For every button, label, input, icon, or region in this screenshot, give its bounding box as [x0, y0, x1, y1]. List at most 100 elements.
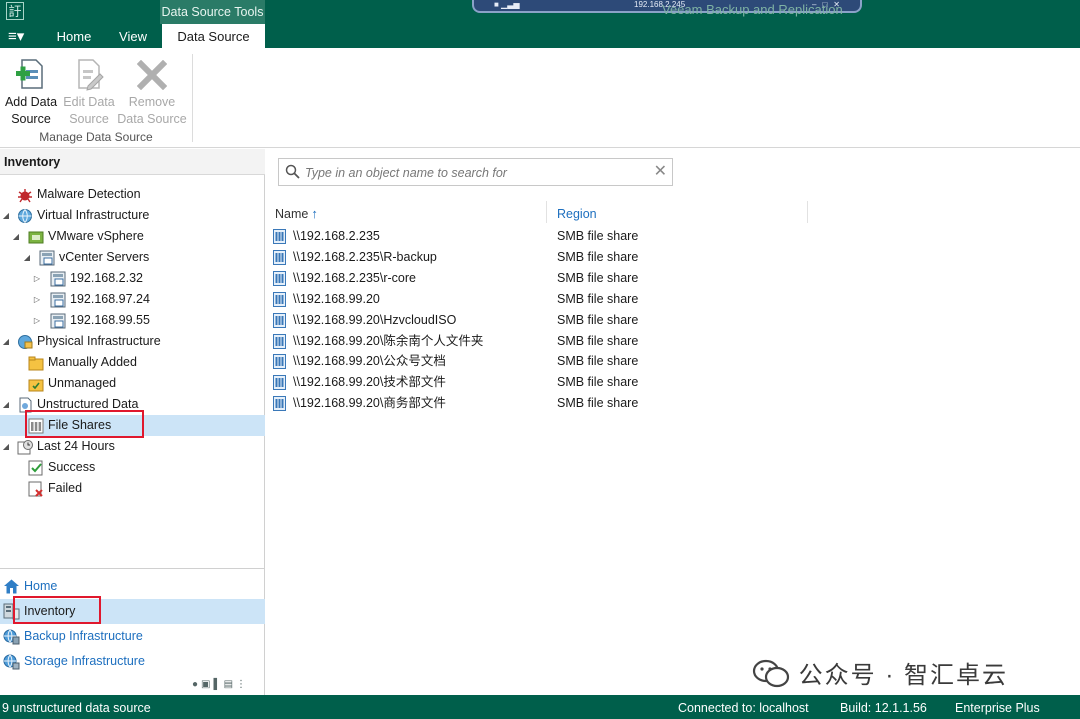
- collapse-arrow-icon[interactable]: ◢: [22, 247, 32, 268]
- nav-item-label: Backup Infrastructure: [24, 629, 143, 643]
- nav-item-storage-infrastructure[interactable]: Storage Infrastructure: [0, 649, 265, 674]
- nav-overflow-toolbar[interactable]: ●▣▌▤⋮: [192, 679, 249, 690]
- search-icon: [285, 164, 300, 179]
- pin-icon[interactable]: ■ ▁▃▅: [494, 0, 520, 10]
- overflow-icon[interactable]: ⋮: [236, 679, 249, 690]
- tree-item-vcenter-192-168-97-24[interactable]: ▷ 192.168.97.24: [0, 289, 265, 310]
- collapse-arrow-icon[interactable]: ◢: [1, 436, 11, 457]
- sort-ascending-icon: ↑: [311, 206, 318, 221]
- tree-item-label: Last 24 Hours: [37, 439, 115, 453]
- table-row[interactable]: \\192.168.99.20\技术部文件 SMB file share: [266, 372, 1080, 393]
- wechat-watermark: 公众号 · 智汇卓云: [752, 655, 1008, 690]
- row-region: SMB file share: [557, 375, 639, 390]
- tree-item-success[interactable]: Success: [0, 457, 265, 478]
- status-connection: Connected to: localhost: [678, 701, 809, 715]
- malware-icon: [18, 189, 32, 203]
- column-divider[interactable]: [807, 201, 808, 223]
- column-header-region[interactable]: Region: [557, 204, 597, 224]
- file-share-icon: [273, 229, 286, 244]
- search-box[interactable]: ✕: [278, 158, 673, 186]
- clock-icon: [17, 440, 33, 455]
- tree-item-failed[interactable]: Failed: [0, 478, 265, 499]
- tree-item-physical-infrastructure[interactable]: ◢ Physical Infrastructure: [0, 331, 265, 352]
- chart-icon[interactable]: ▌: [214, 679, 224, 690]
- tab-data-source[interactable]: Data Source: [162, 24, 265, 48]
- context-tab-caption: Data Source Tools: [160, 0, 265, 24]
- table-row[interactable]: \\192.168.99.20\公众号文档 SMB file share: [266, 351, 1080, 372]
- add-data-source-label-line1: Add Data: [4, 95, 58, 109]
- nav-item-backup-infrastructure[interactable]: Backup Infrastructure: [0, 624, 265, 649]
- column-divider[interactable]: [546, 201, 547, 223]
- edit-data-source-button[interactable]: Edit Data Source: [60, 56, 118, 128]
- collapse-arrow-icon[interactable]: ◢: [11, 226, 21, 247]
- table-row[interactable]: \\192.168.2.235 SMB file share: [266, 226, 1080, 247]
- row-name: \\192.168.99.20\技术部文件: [293, 375, 446, 390]
- collapse-arrow-icon[interactable]: ◢: [1, 331, 11, 352]
- file-icon[interactable]: ▤: [224, 679, 236, 690]
- row-region: SMB file share: [557, 249, 639, 264]
- tree-item-malware-detection[interactable]: Malware Detection: [0, 184, 265, 205]
- row-name: \\192.168.2.235\R-backup: [293, 249, 437, 264]
- table-row[interactable]: \\192.168.99.20\HzvcloudISO SMB file shar…: [266, 310, 1080, 331]
- clear-search-icon[interactable]: ✕: [654, 161, 667, 183]
- wechat-icon: [752, 659, 790, 688]
- status-bar: 9 unstructured data source Connected to:…: [0, 695, 1080, 719]
- tree-item-label: Virtual Infrastructure: [37, 208, 150, 222]
- add-data-source-button[interactable]: Add Data Source: [2, 56, 60, 128]
- main-menu-button[interactable]: ≡▾: [8, 28, 24, 46]
- tab-view[interactable]: View: [108, 24, 158, 48]
- tree-item-unmanaged[interactable]: Unmanaged: [0, 373, 265, 394]
- table-row[interactable]: \\192.168.99.20 SMB file share: [266, 289, 1080, 310]
- tree-item-vcenter-servers[interactable]: ◢ vCenter Servers: [0, 247, 265, 268]
- row-name: \\192.168.99.20\公众号文档: [293, 354, 446, 369]
- row-region: SMB file share: [557, 333, 639, 348]
- status-build: Build: 12.1.1.56: [840, 701, 927, 715]
- tab-home[interactable]: Home: [46, 24, 102, 48]
- remove-data-source-button[interactable]: Remove Data Source: [117, 56, 187, 128]
- collapse-arrow-icon[interactable]: ◢: [1, 205, 11, 226]
- tree-item-last-24-hours[interactable]: ◢ Last 24 Hours: [0, 436, 265, 457]
- status-edition: Enterprise Plus Edition: [955, 701, 1040, 715]
- add-data-source-icon: [16, 59, 43, 89]
- highlight-file-shares-box: [25, 410, 144, 438]
- app-title: Veeam Backup and Replication: [662, 2, 843, 17]
- add-data-source-label-line2: Source: [11, 112, 51, 126]
- search-input[interactable]: [305, 163, 645, 182]
- expand-arrow-icon[interactable]: ▷: [32, 268, 42, 289]
- app-logo-icon[interactable]: 訏: [6, 2, 24, 20]
- file-share-icon: [273, 249, 286, 265]
- tree-item-vmware-vsphere[interactable]: ◢ VMware vSphere: [0, 226, 265, 247]
- row-name: \\192.168.99.20\HzvcloudISO: [293, 312, 457, 327]
- row-region: SMB file share: [557, 312, 639, 327]
- table-row[interactable]: \\192.168.2.235\r-core SMB file share: [266, 268, 1080, 289]
- tree-item-virtual-infrastructure[interactable]: ◢ Virtual Infrastructure: [0, 205, 265, 226]
- collapse-arrow-icon[interactable]: ◢: [1, 394, 11, 415]
- table-row[interactable]: \\192.168.2.235\R-backup SMB file share: [266, 247, 1080, 268]
- inventory-header: Inventory: [0, 149, 265, 175]
- file-share-icon: [273, 396, 286, 412]
- tree-item-vcenter-192-168-2-32[interactable]: ▷ 192.168.2.32: [0, 268, 265, 289]
- tree-item-manually-added[interactable]: Manually Added: [0, 352, 265, 373]
- globe-icon[interactable]: ●: [192, 679, 201, 690]
- tree-item-label: VMware vSphere: [48, 229, 144, 243]
- folder-icon: [28, 379, 44, 392]
- file-share-icon: [273, 375, 286, 391]
- expand-arrow-icon[interactable]: ▷: [32, 289, 42, 310]
- vcenter-icon: [50, 271, 66, 287]
- column-header-name[interactable]: Name ↑: [275, 204, 318, 224]
- expand-arrow-icon[interactable]: ▷: [32, 310, 42, 331]
- failed-icon: [28, 481, 43, 497]
- tree-item-vcenter-192-168-99-55[interactable]: ▷ 192.168.99.55: [0, 310, 265, 331]
- column-header-name-label: Name: [275, 207, 309, 221]
- nav-divider: [0, 568, 265, 569]
- row-region: SMB file share: [557, 291, 639, 306]
- copy-icon[interactable]: ▣: [201, 679, 213, 690]
- tree-item-label: Success: [48, 460, 96, 474]
- table-row[interactable]: \\192.168.99.20\陈余南个人文件夹 SMB file share: [266, 331, 1080, 352]
- table-row[interactable]: \\192.168.99.20\商务部文件 SMB file share: [266, 393, 1080, 414]
- storage-infrastructure-icon: [3, 654, 20, 670]
- row-name: \\192.168.99.20\陈余南个人文件夹: [293, 333, 484, 348]
- row-region: SMB file share: [557, 229, 639, 243]
- tree-item-label: 192.168.2.32: [70, 271, 143, 285]
- tree-item-label: Physical Infrastructure: [37, 334, 161, 348]
